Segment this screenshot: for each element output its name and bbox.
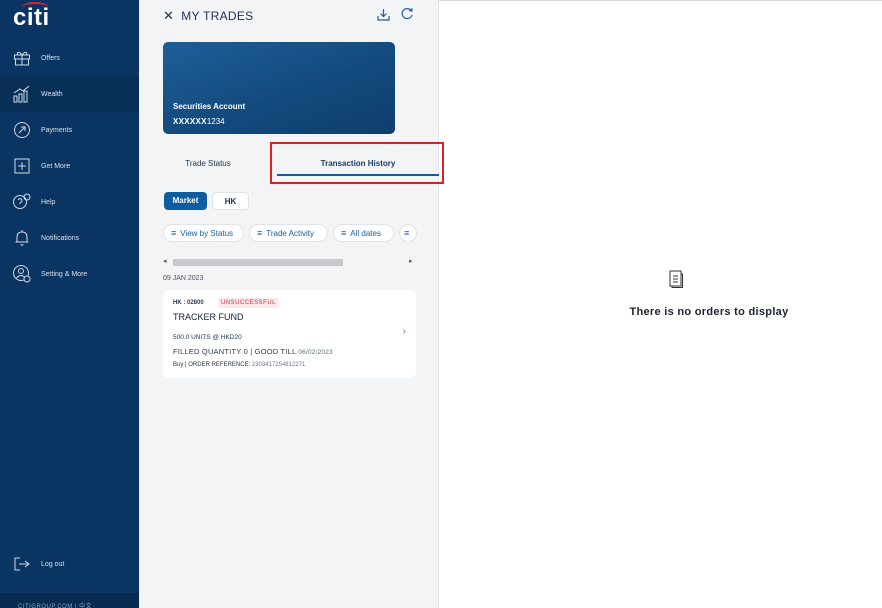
sidebar-footer-links[interactable]: CITIGROUP.COM | 中文: [0, 593, 139, 608]
horizontal-scrollbar[interactable]: ◂ ▸: [163, 258, 417, 268]
filter-all-dates[interactable]: ≡ All dates: [333, 224, 394, 242]
securities-account-card[interactable]: Securities Account XXXXXX1234: [163, 42, 395, 134]
sidebar-item-label: Offers: [41, 54, 60, 62]
order-reference: 2303417254812271: [251, 362, 306, 368]
market-toggle[interactable]: Market: [164, 192, 207, 210]
logout-button[interactable]: Log out: [0, 546, 139, 582]
order-security-name: TRACKER FUND: [173, 312, 244, 322]
side-ref-label: Buy | ORDER REFERENCE:: [173, 362, 252, 368]
filter-label: View by Status: [180, 228, 234, 238]
account-mask: XXXXXX: [173, 117, 207, 126]
order-date-heading: 09 JAN 2023: [163, 275, 204, 282]
sidebar-item-get-more[interactable]: Get More: [0, 148, 139, 184]
filter-icon: ≡: [404, 228, 410, 238]
plus-box-icon: [12, 156, 32, 176]
account-number: XXXXXX1234: [173, 117, 225, 126]
account-type-label: Securities Account: [173, 102, 246, 111]
highlight-box: [270, 142, 444, 184]
account-suffix: 1234: [206, 117, 225, 126]
empty-state-message: There is no orders to display: [629, 306, 789, 318]
sidebar-item-wealth[interactable]: Wealth: [0, 76, 139, 112]
filter-icon: ≡: [171, 228, 177, 238]
chevron-right-icon: ›: [402, 326, 406, 337]
filled-text: FILLED QUANTITY 0 | GOOD TILL: [173, 347, 299, 356]
logout-icon: [12, 554, 32, 574]
sidebar-item-offers[interactable]: Offers: [0, 40, 139, 76]
filter-label: Trade Activity: [266, 228, 314, 238]
refresh-icon[interactable]: [399, 6, 415, 22]
sidebar-item-notifications[interactable]: Notifications: [0, 220, 139, 256]
trades-panel: ✕ MY TRADES Securities Account XXXXXX123…: [139, 0, 444, 608]
panel-header: ✕ MY TRADES: [163, 8, 253, 24]
growth-chart-icon: [12, 84, 32, 104]
filter-trade-activity[interactable]: ≡ Trade Activity: [249, 224, 328, 242]
citi-logo[interactable]: citi: [13, 4, 50, 32]
help-bubble-icon: [12, 192, 32, 212]
sidebar-item-payments[interactable]: Payments: [0, 112, 139, 148]
sidebar-item-label: Setting & More: [41, 270, 88, 278]
scroll-left-arrow-icon[interactable]: ◂: [163, 257, 167, 265]
scroll-right-arrow-icon[interactable]: ▸: [409, 257, 413, 265]
filter-label: All dates: [350, 228, 381, 238]
sidebar-item-label: Notifications: [41, 234, 80, 242]
close-icon[interactable]: ✕: [163, 8, 174, 24]
payments-icon: [12, 120, 32, 140]
filter-icon: ≡: [257, 228, 263, 238]
document-icon: [668, 269, 684, 289]
order-filled-quantity: FILLED QUANTITY 0 | GOOD TILL 06/02/2023: [173, 347, 333, 356]
gift-icon: [12, 48, 32, 68]
good-till-date: 06/02/2023: [298, 349, 333, 356]
order-units-price: 500.0 UNITS @ HKD20: [173, 334, 242, 341]
order-card[interactable]: HK : 02800 UNSUCCESSFUL TRACKER FUND 500…: [163, 290, 416, 378]
filter-more[interactable]: ≡: [399, 224, 417, 242]
sidebar: citi Offers Wealth Payments Get More Hel…: [0, 0, 139, 608]
sidebar-item-help[interactable]: Help: [0, 184, 139, 220]
status-badge: UNSUCCESSFUL: [218, 298, 280, 308]
hk-toggle[interactable]: HK: [212, 192, 249, 210]
order-reference-line: Buy | ORDER REFERENCE: 2303417254812271: [173, 362, 305, 368]
sidebar-item-label: Help: [41, 198, 56, 206]
logout-label: Log out: [41, 560, 65, 568]
app-window: citi Offers Wealth Payments Get More Hel…: [0, 0, 882, 608]
download-icon[interactable]: [375, 6, 391, 22]
sidebar-item-label: Wealth: [41, 90, 63, 98]
sidebar-item-label: Payments: [41, 126, 73, 134]
sidebar-item-label: Get More: [41, 162, 71, 170]
order-symbol: HK : 02800: [173, 300, 204, 306]
page-title: MY TRADES: [181, 9, 254, 23]
filter-icon: ≡: [341, 228, 347, 238]
sidebar-item-settings[interactable]: Setting & More: [0, 256, 139, 292]
bell-icon: [12, 228, 32, 248]
tab-trade-status[interactable]: Trade Status: [139, 150, 277, 178]
scroll-thumb[interactable]: [173, 259, 343, 266]
filter-view-by-status[interactable]: ≡ View by Status: [163, 224, 244, 242]
settings-user-icon: [12, 264, 32, 284]
